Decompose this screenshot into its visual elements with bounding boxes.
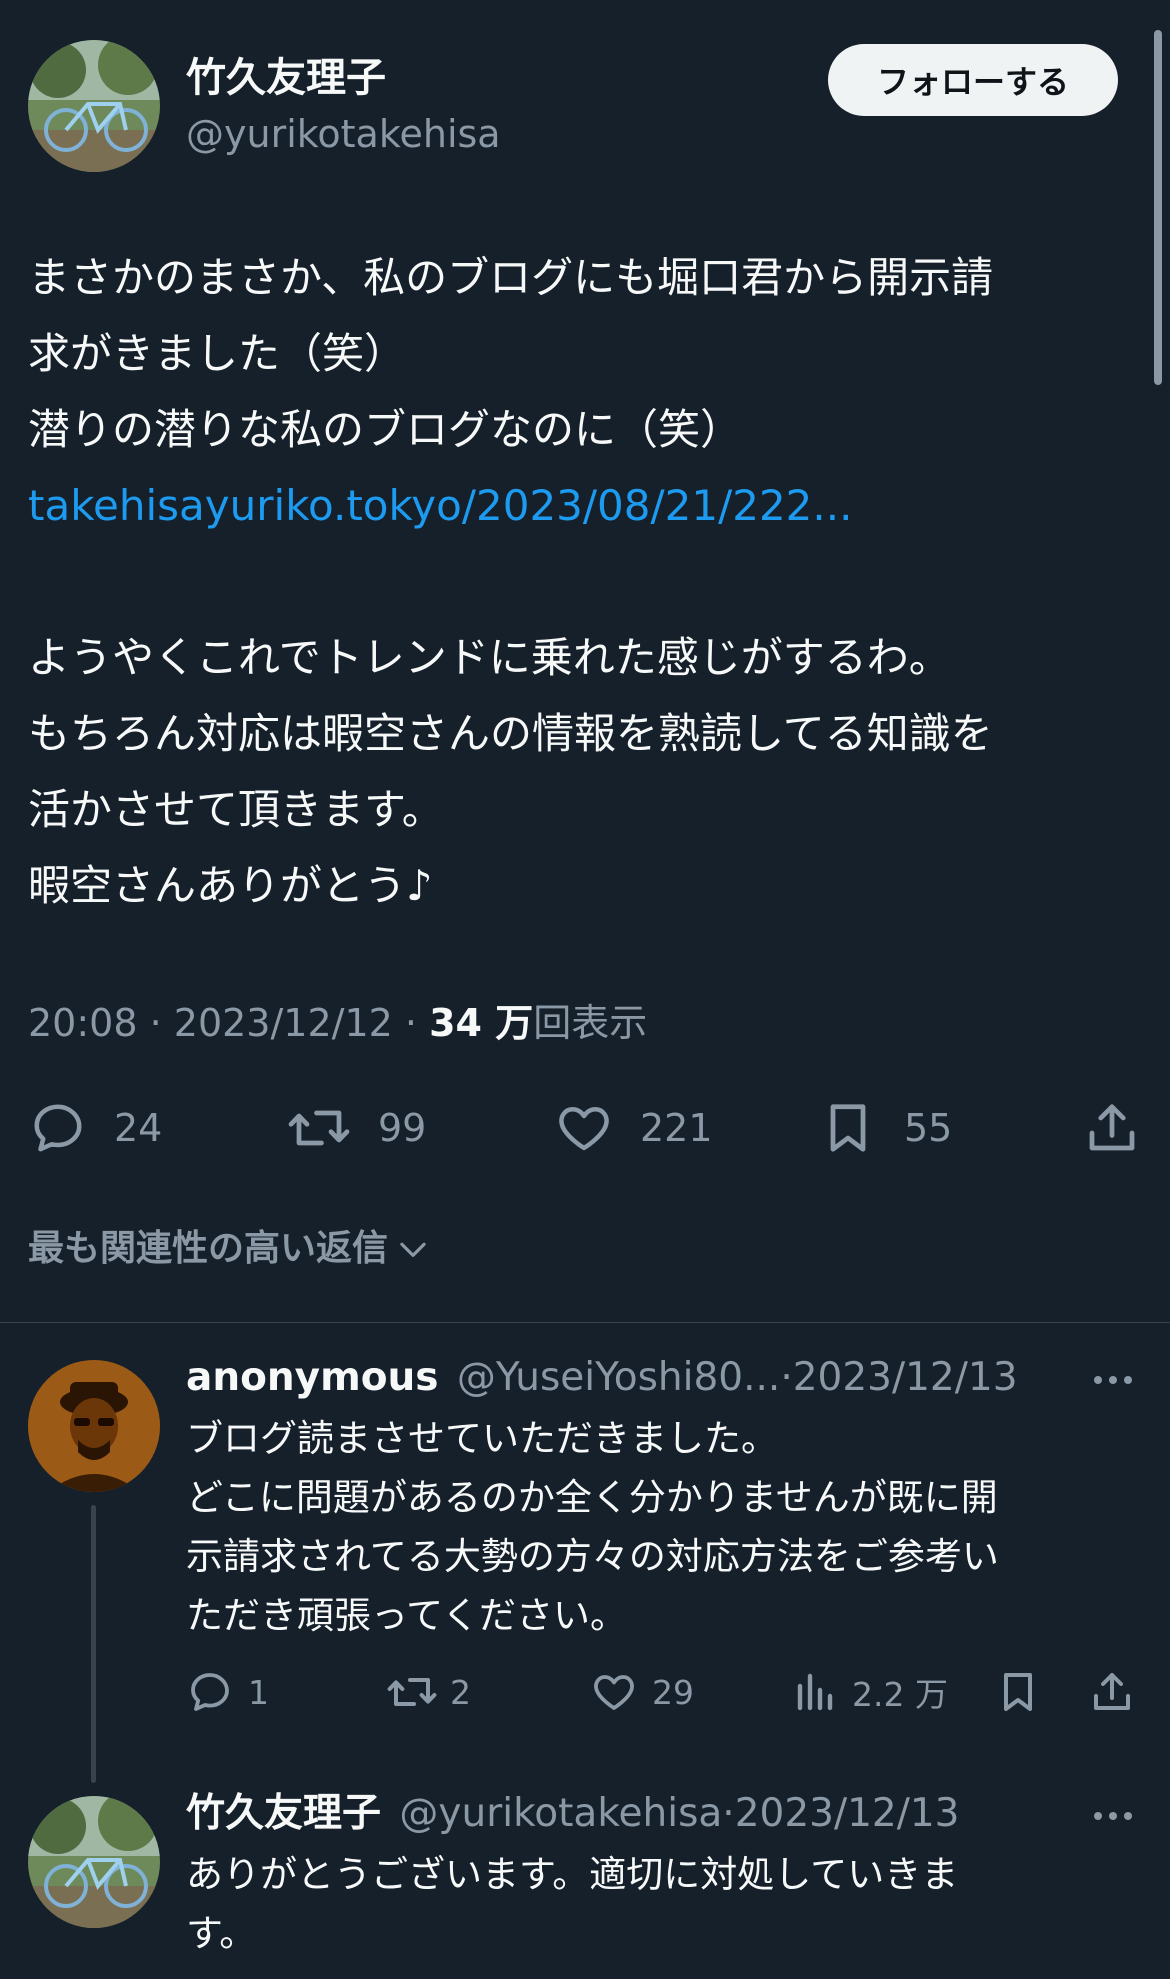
meta-separator: · xyxy=(149,1001,174,1045)
tweet-date[interactable]: 2023/12/12 xyxy=(174,1001,393,1045)
reply-like-count: 29 xyxy=(652,1672,694,1712)
reply-line: 示請求されてる大勢の方々の対応方法をご参考い xyxy=(186,1535,999,1578)
reply-line: ブログ読まさせていただきました。 xyxy=(186,1417,778,1460)
reply-author-name[interactable]: 竹久友理子 xyxy=(186,1791,381,1836)
tweet-line: 求がきました（笑） xyxy=(28,329,407,378)
sort-label: 最も関連性の高い返信 xyxy=(28,1228,389,1269)
share-icon xyxy=(1094,1673,1130,1710)
views-label: 回表示 xyxy=(533,1001,648,1045)
reply-line: す。 xyxy=(186,1912,257,1955)
author-handle[interactable]: @yurikotakehisa xyxy=(186,110,501,158)
views-number: 34 万 xyxy=(429,1001,534,1045)
more-dots-icon xyxy=(1094,1812,1132,1820)
reply-body: ブログ読まさせていただきました。 どこに問題があるのか全く分かりませんが既に開 … xyxy=(186,1409,999,1645)
reply-author-handle[interactable]: @yurikotakehisa xyxy=(399,1791,722,1836)
reply-date[interactable]: 2023/12/13 xyxy=(793,1355,1018,1400)
reply-action[interactable]: 24 xyxy=(28,1096,162,1160)
reply-line: どこに問題があるのか全く分かりませんが既に開 xyxy=(186,1476,998,1519)
retweet-action[interactable]: 99 xyxy=(286,1096,426,1160)
author-avatar[interactable] xyxy=(28,40,160,172)
more-options-button[interactable] xyxy=(1090,1362,1136,1398)
reply-retweet-count: 2 xyxy=(450,1672,471,1712)
bicycle-photo xyxy=(28,1796,160,1928)
reply-views-action[interactable]: 2.2 万 xyxy=(794,1666,948,1718)
heart-icon xyxy=(559,1107,609,1151)
reply-reply-action[interactable]: 1 xyxy=(186,1666,269,1718)
meta-separator: · xyxy=(722,1791,735,1836)
tweet-meta: 20:08 · 2023/12/12 · 34 万回表示 xyxy=(28,998,647,1048)
follow-button[interactable]: フォローする xyxy=(828,44,1118,116)
chevron-down-icon xyxy=(400,1242,426,1257)
reply-header: anonymous @YuseiYoshi80...·2023/12/13 xyxy=(186,1352,1018,1404)
bookmark-icon xyxy=(1004,1673,1032,1711)
reply-count: 24 xyxy=(114,1106,163,1150)
reply-retweet-action[interactable]: 2 xyxy=(386,1666,471,1718)
divider xyxy=(0,1322,1170,1323)
speech-bubble-icon xyxy=(34,1104,82,1152)
reply-bookmark-action[interactable] xyxy=(994,1666,1042,1718)
tweet-line: もちろん対応は暇空さんの情報を熟読してる知識を xyxy=(28,709,993,758)
tweet-line: ようやくこれでトレンドに乗れた感じがするわ。 xyxy=(28,633,951,682)
retweet-icon xyxy=(387,1678,437,1706)
thread-line xyxy=(91,1505,96,1783)
reply-share-action[interactable] xyxy=(1088,1666,1136,1718)
sort-replies-dropdown[interactable]: 最も関連性の高い返信 xyxy=(28,1224,432,1274)
like-count: 221 xyxy=(640,1106,713,1150)
heart-icon xyxy=(594,1675,634,1710)
author-name[interactable]: 竹久友理子 xyxy=(186,52,386,104)
reply-date[interactable]: 2023/12/13 xyxy=(735,1791,960,1836)
retweet-icon xyxy=(288,1110,350,1146)
reply-avatar[interactable] xyxy=(28,1360,160,1492)
sepia-portrait-photo xyxy=(28,1360,160,1492)
tweet-line: 活かさせて頂きます。 xyxy=(28,785,444,834)
tweet-line: まさかのまさか、私のブログにも堀口君から開示請 xyxy=(28,253,994,302)
reply-header: 竹久友理子 @yurikotakehisa·2023/12/13 xyxy=(186,1788,960,1840)
like-action[interactable]: 221 xyxy=(554,1096,713,1160)
bar-chart-icon xyxy=(797,1673,833,1711)
reply-reply-count: 1 xyxy=(248,1672,269,1712)
tweet-line: 潜りの潜りな私のブログなのに（笑） xyxy=(28,405,743,454)
reply-avatar[interactable] xyxy=(28,1796,160,1928)
more-options-button[interactable] xyxy=(1090,1798,1136,1834)
reply-like-action[interactable]: 29 xyxy=(590,1666,694,1718)
meta-separator: · xyxy=(780,1355,793,1400)
reply-views-count: 2.2 万 xyxy=(852,1675,948,1714)
tweet-line: 暇空さんありがとう♪ xyxy=(28,861,433,910)
follow-label: フォローする xyxy=(876,63,1069,101)
reply-author-handle[interactable]: @YuseiYoshi80... xyxy=(457,1355,780,1400)
tweet-body: まさかのまさか、私のブログにも堀口君から開示請 求がきました（笑） 潜りの潜りな… xyxy=(28,240,993,924)
speech-bubble-icon xyxy=(191,1673,229,1711)
bicycle-photo xyxy=(28,40,160,172)
reply-author-name[interactable]: anonymous xyxy=(186,1355,438,1400)
share-icon xyxy=(1089,1104,1135,1151)
share-action[interactable] xyxy=(1082,1096,1142,1160)
scrollbar[interactable] xyxy=(1154,30,1162,385)
bookmark-count: 55 xyxy=(904,1106,953,1150)
reply-line: ただき頑張ってください。 xyxy=(186,1594,628,1637)
bookmark-icon xyxy=(830,1104,866,1152)
tweet-time[interactable]: 20:08 xyxy=(28,1001,138,1045)
more-dots-icon xyxy=(1094,1376,1132,1384)
meta-separator: · xyxy=(404,1001,430,1045)
bookmark-action[interactable]: 55 xyxy=(818,1096,952,1160)
tweet-link[interactable]: takehisayuriko.tokyo/2023/08/21/222... xyxy=(28,468,993,544)
reply-line: ありがとうございます。適切に対処していきま xyxy=(186,1853,959,1896)
retweet-count: 99 xyxy=(378,1106,427,1150)
reply-body: ありがとうございます。適切に対処していきま す。 xyxy=(186,1845,958,1963)
